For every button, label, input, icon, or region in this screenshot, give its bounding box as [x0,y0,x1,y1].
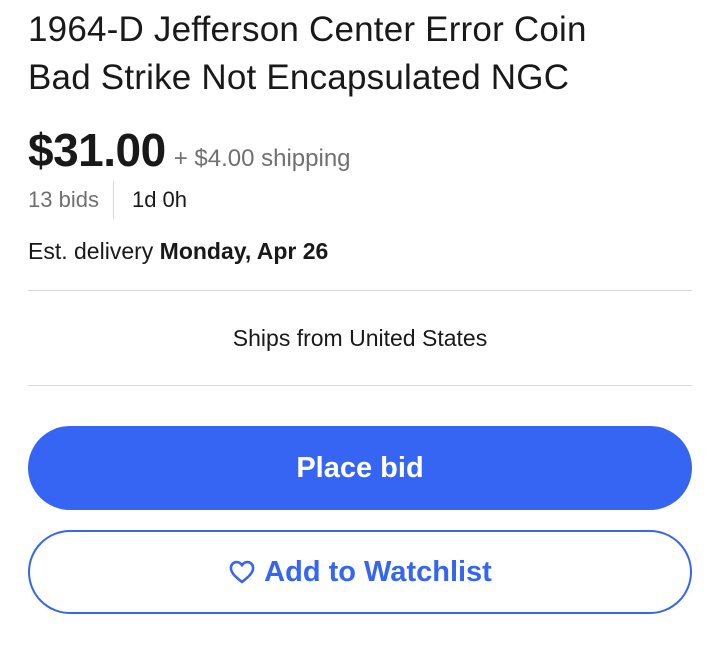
add-to-watchlist-button[interactable]: Add to Watchlist [28,530,692,614]
shipping-cost: + $4.00 shipping [173,145,351,172]
place-bid-button[interactable]: Place bid [28,426,692,510]
bid-meta-row: 13 bids 1d 0h [28,180,692,220]
current-price: $31.00 [28,124,166,176]
divider-bottom [28,385,692,386]
delivery-prefix: Est. delivery [28,238,160,264]
time-left: 1d 0h [131,187,188,212]
bid-count[interactable]: 13 bids [28,187,113,213]
item-title-line2: Bad Strike Not Encapsulated NGC [28,58,570,97]
price-row: $31.00 + $4.00 shipping [28,124,692,176]
estimated-delivery: Est. delivery Monday, Apr 26 [28,234,692,268]
heart-outline-icon [228,558,256,586]
item-title-line1: 1964-D Jefferson Center Error Coin [28,10,587,49]
listing-summary: 1964-D Jefferson Center Error Coin Bad S… [28,0,692,614]
delivery-date: Monday, Apr 26 [159,238,329,264]
ships-from: Ships from United States [232,324,488,351]
watchlist-label: Add to Watchlist [264,555,492,588]
item-title: 1964-D Jefferson Center Error Coin Bad S… [28,0,692,102]
place-bid-label: Place bid [296,451,424,484]
